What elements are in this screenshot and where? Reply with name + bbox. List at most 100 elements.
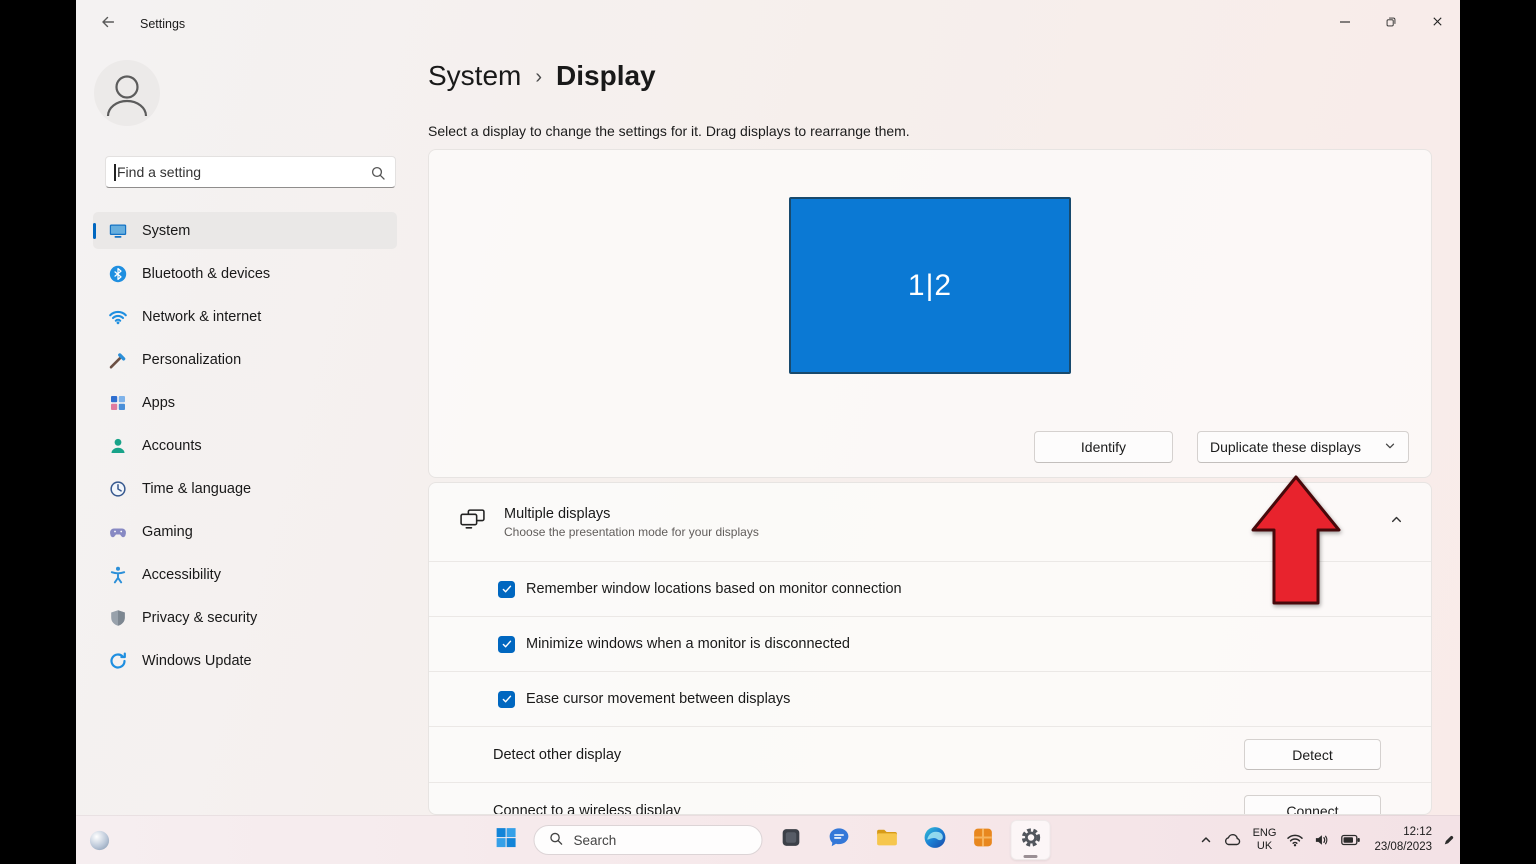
back-button[interactable] — [86, 7, 126, 41]
paintbrush-icon — [108, 350, 128, 370]
pen-input-icon[interactable] — [1442, 834, 1455, 847]
file-explorer-button[interactable] — [867, 820, 907, 860]
red-arrow-annotation — [1250, 474, 1342, 606]
taskbar-search-box[interactable]: Search — [534, 825, 763, 855]
minimize-icon — [1339, 15, 1351, 33]
find-setting-input[interactable] — [106, 157, 395, 187]
search-icon — [549, 831, 564, 849]
game-controller-icon — [108, 522, 128, 542]
sidebar-item-label: Privacy & security — [142, 610, 257, 626]
multiple-displays-icon — [459, 508, 486, 536]
titlebar: Settings — [76, 0, 1460, 48]
tray-chevron-up-icon[interactable] — [1199, 833, 1213, 847]
restore-icon — [1384, 15, 1398, 34]
minimize-windows-row: Minimize windows when a monitor is disco… — [429, 616, 1431, 671]
sidebar-item-bluetooth-devices[interactable]: Bluetooth & devices — [93, 255, 397, 292]
connect-row-label: Connect to a wireless display — [493, 803, 681, 816]
sidebar-item-label: Personalization — [142, 352, 241, 368]
sidebar-item-privacy-security[interactable]: Privacy & security — [93, 599, 397, 636]
sidebar-item-accessibility[interactable]: Accessibility — [93, 556, 397, 593]
shield-icon — [108, 608, 128, 628]
task-view-button[interactable] — [771, 820, 811, 860]
user-avatar[interactable] — [94, 60, 160, 126]
collapse-section-button[interactable] — [1379, 505, 1413, 539]
taskbar-corner-icon[interactable] — [88, 829, 111, 852]
identify-button[interactable]: Identify — [1034, 431, 1173, 463]
sidebar-nav: System Bluetooth & devices Network & int… — [93, 212, 397, 685]
sidebar-item-time-language[interactable]: Time & language — [93, 470, 397, 507]
taskbar-search-label: Search — [574, 833, 617, 848]
wifi-icon — [108, 307, 128, 327]
orange-app-icon — [970, 825, 995, 855]
display-mode-dropdown[interactable]: Duplicate these displays — [1197, 431, 1409, 463]
section-title: Multiple displays — [504, 506, 1361, 522]
clock-date[interactable]: 12:12 23/08/2023 — [1374, 825, 1432, 855]
sidebar-item-windows-update[interactable]: Windows Update — [93, 642, 397, 679]
sidebar-item-label: Accounts — [142, 438, 202, 454]
sidebar-item-network-internet[interactable]: Network & internet — [93, 298, 397, 335]
taskbar: Search ENG — [76, 815, 1460, 864]
apps-grid-icon — [108, 393, 128, 413]
system-tray: ENG UK 12:12 23/08/2023 — [1199, 816, 1455, 864]
settings-app-button[interactable] — [1011, 820, 1051, 860]
accessibility-person-icon — [108, 565, 128, 585]
language-indicator[interactable]: ENG UK — [1253, 827, 1277, 853]
display-arrangement-panel: 1|2 Identify Duplicate these displays — [428, 149, 1432, 478]
sidebar-item-personalization[interactable]: Personalization — [93, 341, 397, 378]
taskbar-center: Search — [486, 816, 1051, 864]
window-title: Settings — [140, 17, 185, 31]
sidebar-item-accounts[interactable]: Accounts — [93, 427, 397, 464]
display-mode-dropdown-label: Duplicate these displays — [1210, 439, 1361, 455]
detect-other-display-row: Detect other display Detect — [429, 726, 1431, 782]
sidebar-item-label: System — [142, 223, 190, 239]
edge-browser-button[interactable] — [915, 820, 955, 860]
ease-cursor-checkbox[interactable] — [498, 691, 515, 708]
folder-icon — [874, 825, 899, 855]
checkbox-label: Minimize windows when a monitor is disco… — [526, 636, 850, 652]
bluetooth-icon — [108, 264, 128, 284]
tray-volume-icon[interactable] — [1314, 833, 1331, 847]
connect-button[interactable]: Connect — [1244, 795, 1381, 815]
edge-icon — [922, 825, 947, 855]
minimize-button[interactable] — [1322, 0, 1368, 48]
tray-date: 23/08/2023 — [1374, 840, 1432, 855]
detect-row-label: Detect other display — [493, 747, 621, 763]
sidebar-item-system[interactable]: System — [93, 212, 397, 249]
breadcrumb-parent[interactable]: System — [428, 60, 521, 92]
chat-button[interactable] — [819, 820, 859, 860]
tray-battery-icon[interactable] — [1341, 834, 1361, 846]
breadcrumb-separator: › — [535, 66, 542, 89]
accounts-person-icon — [108, 436, 128, 456]
connect-wireless-display-row: Connect to a wireless display Connect — [429, 782, 1431, 815]
back-arrow-icon — [98, 14, 114, 35]
task-view-icon — [778, 825, 803, 855]
close-button[interactable] — [1414, 0, 1460, 48]
close-icon — [1431, 15, 1444, 33]
tray-time: 12:12 — [1374, 825, 1432, 840]
start-button[interactable] — [486, 820, 526, 860]
chevron-up-icon — [1390, 513, 1403, 531]
store-app-button[interactable] — [963, 820, 1003, 860]
person-icon — [94, 60, 160, 126]
detect-button[interactable]: Detect — [1244, 739, 1381, 770]
onedrive-cloud-icon[interactable] — [1223, 833, 1243, 847]
restore-button[interactable] — [1368, 0, 1414, 48]
window-controls — [1322, 0, 1460, 48]
search-box — [105, 156, 396, 188]
tray-wifi-icon[interactable] — [1286, 833, 1304, 847]
ease-cursor-row: Ease cursor movement between displays — [429, 671, 1431, 726]
system-icon — [108, 221, 128, 241]
breadcrumb: System › Display — [428, 60, 656, 92]
remember-window-locations-checkbox[interactable] — [498, 581, 515, 598]
clock-icon — [108, 479, 128, 499]
sidebar-item-label: Windows Update — [142, 653, 252, 669]
sidebar-item-gaming[interactable]: Gaming — [93, 513, 397, 550]
sidebar-item-apps[interactable]: Apps — [93, 384, 397, 421]
chevron-down-icon — [1384, 439, 1396, 455]
checkbox-label: Ease cursor movement between displays — [526, 691, 790, 707]
language-line1: ENG — [1253, 827, 1277, 840]
page-description: Select a display to change the settings … — [428, 123, 910, 139]
multiple-displays-titles: Multiple displays Choose the presentatio… — [504, 506, 1361, 539]
minimize-windows-checkbox[interactable] — [498, 636, 515, 653]
monitor-preview[interactable]: 1|2 — [789, 197, 1071, 374]
